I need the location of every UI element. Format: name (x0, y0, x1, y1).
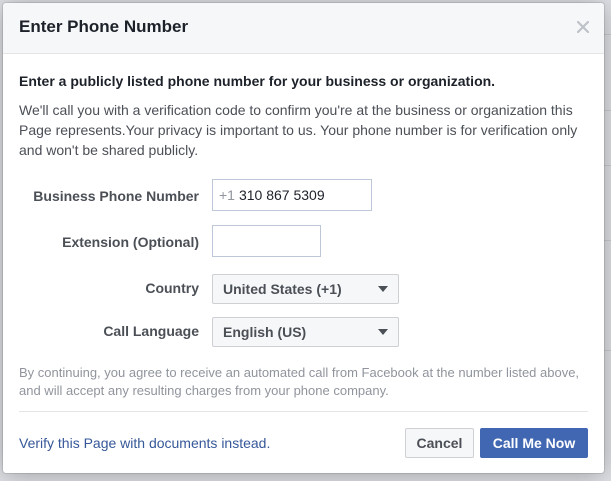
cancel-button[interactable]: Cancel (405, 428, 474, 458)
language-selected: English (US) (223, 324, 307, 340)
country-label: Country (145, 280, 199, 296)
verify-documents-link[interactable]: Verify this Page with documents instead. (19, 435, 270, 451)
extension-label: Extension (Optional) (62, 234, 199, 250)
chevron-down-icon (378, 286, 388, 292)
country-select[interactable]: United States (+1) (212, 274, 399, 304)
language-label: Call Language (103, 323, 199, 339)
intro-text: We'll call you with a verification code … (19, 102, 578, 158)
phone-label: Business Phone Number (33, 188, 199, 204)
enter-phone-dialog: Enter Phone Number Enter a publicly list… (3, 3, 604, 473)
phone-input[interactable]: +1 310 867 5309 (212, 179, 372, 211)
close-icon[interactable] (576, 20, 590, 34)
intro-heading: Enter a publicly listed phone number for… (19, 73, 496, 89)
language-select[interactable]: English (US) (212, 317, 399, 347)
extension-input[interactable] (212, 225, 321, 257)
chevron-down-icon (378, 329, 388, 335)
phone-value: 310 867 5309 (238, 187, 325, 203)
disclaimer-text: By continuing, you agree to receive an a… (19, 365, 580, 398)
country-selected: United States (+1) (223, 281, 342, 297)
phone-country-prefix: +1 (219, 187, 235, 203)
dialog-header: Enter Phone Number (3, 3, 604, 54)
footer-divider (19, 411, 588, 412)
call-me-now-button[interactable]: Call Me Now (480, 428, 588, 458)
dialog-title: Enter Phone Number (19, 17, 189, 36)
